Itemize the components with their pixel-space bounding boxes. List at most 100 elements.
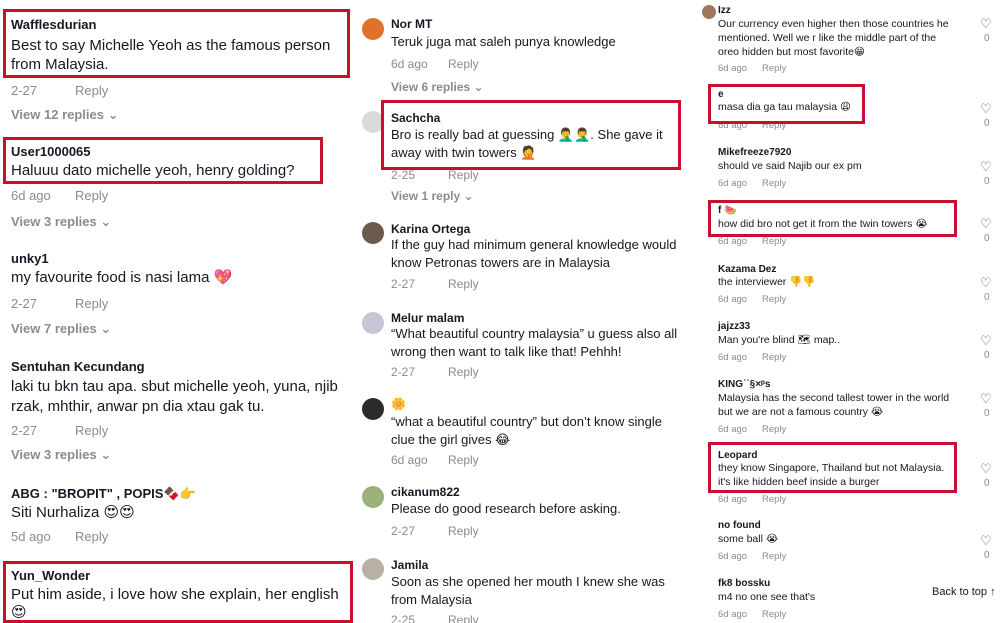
reply-button[interactable]: Reply (762, 424, 786, 435)
highlight-box (381, 100, 681, 170)
reply-button[interactable]: Reply (448, 365, 479, 379)
comment-date: 6d ago (718, 424, 748, 435)
comment-username[interactable]: Jamila (391, 558, 428, 572)
comment-text: Teruk juga mat saleh punya knowledge (391, 34, 616, 49)
comment-username[interactable]: KING˙˙§×ᵖs (718, 379, 771, 390)
view-replies-button[interactable]: View 12 replies ⌄ (11, 107, 119, 123)
comment-username[interactable]: fk8 bossku (718, 578, 770, 589)
comment-username[interactable]: Sentuhan Kecundang (11, 359, 145, 374)
reply-button[interactable]: Reply (762, 236, 786, 247)
comment-text: know Petronas towers are in Malaysia (391, 255, 610, 270)
comment-username[interactable]: Kazama Dez (718, 264, 776, 275)
reply-button[interactable]: Reply (448, 613, 479, 623)
like-count: 0 (984, 408, 990, 419)
heart-icon[interactable]: ♡ (980, 461, 992, 477)
comment-date: 5d ago (11, 529, 51, 544)
avatar[interactable] (362, 18, 384, 40)
heart-icon[interactable]: ♡ (980, 16, 992, 32)
reply-button[interactable]: Reply (448, 57, 479, 71)
highlight-box (3, 561, 353, 623)
comment-username[interactable]: Melur malam (391, 311, 464, 325)
highlight-box (3, 9, 350, 78)
highlight-box (3, 137, 323, 184)
like-count: 0 (984, 550, 990, 561)
heart-icon[interactable]: ♡ (980, 533, 992, 549)
back-to-top-button[interactable]: Back to top ↑ (932, 586, 996, 598)
comment-username[interactable]: Izz (718, 5, 731, 16)
comment-date: 6d ago (11, 188, 51, 203)
reply-button[interactable]: Reply (75, 188, 108, 203)
comment-username[interactable]: Nor MT (391, 17, 432, 31)
reply-button[interactable]: Reply (75, 529, 108, 544)
comment-date: 2-27 (391, 365, 416, 379)
comment-username[interactable]: unky1 (11, 251, 49, 266)
comment-column-right: Izz Our currency even higher then those … (702, 0, 1000, 623)
comment-text: my favourite food is nasi lama 💖 (11, 269, 233, 286)
chevron-down-icon: ⌄ (100, 214, 112, 229)
comment-text: Our currency even higher then those coun… (718, 18, 949, 30)
comment-username[interactable]: jajzz33 (718, 321, 750, 332)
heart-icon[interactable]: ♡ (980, 101, 992, 117)
chevron-down-icon: ⌄ (473, 80, 484, 94)
avatar[interactable] (702, 5, 716, 19)
heart-icon[interactable]: ♡ (980, 159, 992, 175)
reply-button[interactable]: Reply (75, 296, 108, 311)
reply-button[interactable]: Reply (762, 352, 786, 363)
highlight-box (708, 84, 865, 124)
comment-date: 2-27 (391, 277, 416, 291)
like-count: 0 (984, 33, 990, 44)
comment-username[interactable]: ABG : "BROPIT" , POPIS🍫👉 (11, 486, 196, 502)
reply-button[interactable]: Reply (448, 277, 479, 291)
reply-button[interactable]: Reply (762, 609, 786, 620)
like-count: 0 (984, 350, 990, 361)
view-replies-button[interactable]: View 6 replies ⌄ (391, 80, 484, 94)
heart-icon[interactable]: ♡ (980, 216, 992, 232)
comment-text: Please do good research before asking. (391, 501, 621, 516)
heart-icon[interactable]: ♡ (980, 333, 992, 349)
like-count: 0 (984, 118, 990, 129)
comment-text: from Malaysia (391, 592, 472, 607)
avatar[interactable] (362, 558, 384, 580)
avatar[interactable] (362, 312, 384, 334)
comment-text: should ve said Najib our ex pm (718, 160, 862, 172)
reply-button[interactable]: Reply (448, 524, 479, 538)
comment-date: 6d ago (718, 294, 748, 305)
avatar[interactable] (362, 398, 384, 420)
reply-button[interactable]: Reply (762, 294, 786, 305)
comment-text: “what a beautiful country” but don’t kno… (391, 414, 662, 429)
reply-button[interactable]: Reply (75, 423, 108, 438)
comment-date: 2-25 (391, 613, 416, 623)
reply-button[interactable]: Reply (762, 494, 786, 505)
reply-button[interactable]: Reply (448, 168, 479, 182)
comment-text: Man you're blind 🗺 map.. (718, 334, 841, 346)
heart-icon[interactable]: ♡ (980, 275, 992, 291)
comment-text: “What beautiful country malaysia” u gues… (391, 326, 678, 341)
reply-button[interactable]: Reply (762, 178, 786, 189)
reply-button[interactable]: Reply (448, 453, 479, 467)
reply-button[interactable]: Reply (762, 63, 786, 74)
avatar[interactable] (362, 486, 384, 508)
comment-username[interactable]: cikanum822 (391, 485, 460, 499)
avatar[interactable] (362, 222, 384, 244)
comment-date: 6d ago (718, 236, 748, 247)
comment-text: but we are not a famous country 😭 (718, 406, 884, 418)
comment-username[interactable]: Mikefreeze7920 (718, 147, 791, 158)
comment-date: 6d ago (391, 57, 428, 71)
comment-username[interactable]: Karina Ortega (391, 222, 470, 236)
chevron-down-icon: ⌄ (100, 447, 112, 462)
comment-date: 6d ago (718, 178, 748, 189)
comment-text: mentioned. Well we r like the middle par… (718, 32, 937, 44)
comment-text: If the guy had minimum general knowledge… (391, 237, 677, 252)
comment-username[interactable]: no found (718, 520, 761, 531)
view-replies-button[interactable]: View 3 replies ⌄ (11, 447, 111, 463)
reply-button[interactable]: Reply (75, 83, 108, 98)
view-replies-button[interactable]: View 7 replies ⌄ (11, 321, 111, 337)
view-replies-button[interactable]: View 3 replies ⌄ (11, 214, 111, 230)
highlight-box (708, 200, 957, 237)
comment-username[interactable]: 🌼 (391, 397, 406, 411)
comment-date: 6d ago (391, 453, 428, 467)
heart-icon[interactable]: ♡ (980, 391, 992, 407)
view-replies-button[interactable]: View 1 reply ⌄ (391, 189, 474, 203)
reply-button[interactable]: Reply (762, 551, 786, 562)
like-count: 0 (984, 478, 990, 489)
